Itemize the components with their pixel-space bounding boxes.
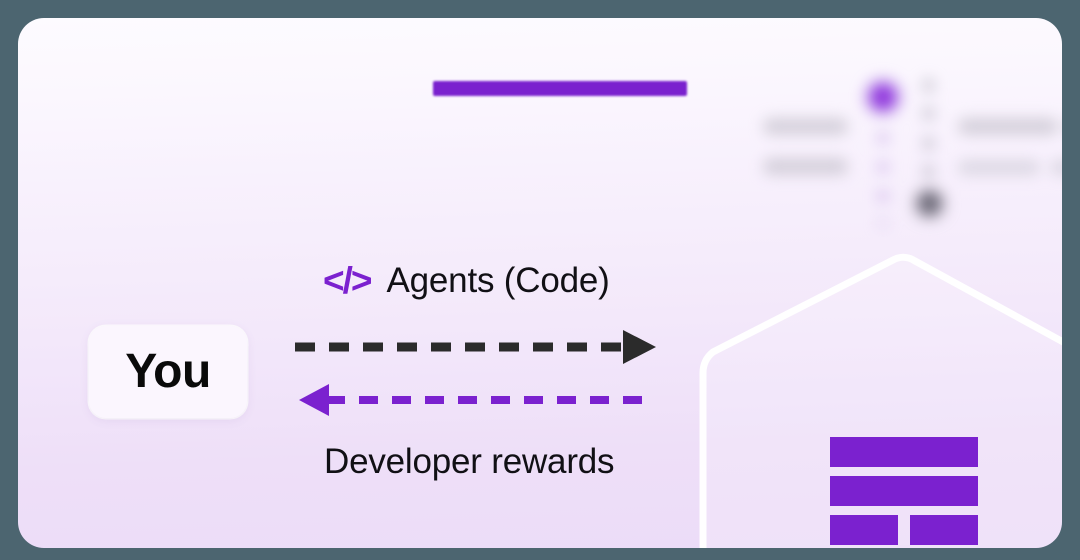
code-brackets-icon: </> (323, 260, 372, 301)
logo-bar (830, 437, 978, 467)
stacked-bars-logo (830, 437, 978, 545)
agents-label: Agents (Code) (386, 261, 610, 300)
screenshot-stage: You </> Agents (Code) Developer rewards (0, 0, 1080, 560)
ghost-text-line (958, 160, 1040, 175)
step-dot (878, 218, 888, 228)
step-dot-active (870, 84, 896, 110)
ghost-text-line (763, 118, 848, 135)
step-dot (922, 164, 935, 179)
you-label: You (125, 345, 211, 398)
hero-card: You </> Agents (Code) Developer rewards (18, 18, 1062, 548)
step-dot (922, 136, 935, 151)
outbound-arrow (295, 330, 656, 364)
step-dot (877, 132, 889, 144)
top-progress-bar (433, 81, 687, 96)
ghost-text-line (958, 118, 1058, 135)
step-dot (922, 106, 935, 121)
ghost-text-line (763, 158, 848, 175)
step-dot (922, 78, 935, 93)
logo-bar-row (830, 515, 978, 545)
you-node[interactable]: You (89, 326, 247, 418)
agents-label-group: </> Agents (Code) (323, 262, 610, 299)
step-dot (877, 190, 889, 202)
step-dot-active (918, 192, 941, 215)
logo-bar (830, 476, 978, 506)
logo-bar (830, 515, 898, 545)
step-dot (877, 161, 889, 173)
ghost-text-line (1050, 160, 1062, 175)
inbound-arrow (299, 384, 654, 416)
developer-rewards-label: Developer rewards (324, 442, 615, 481)
logo-bar (910, 515, 978, 545)
